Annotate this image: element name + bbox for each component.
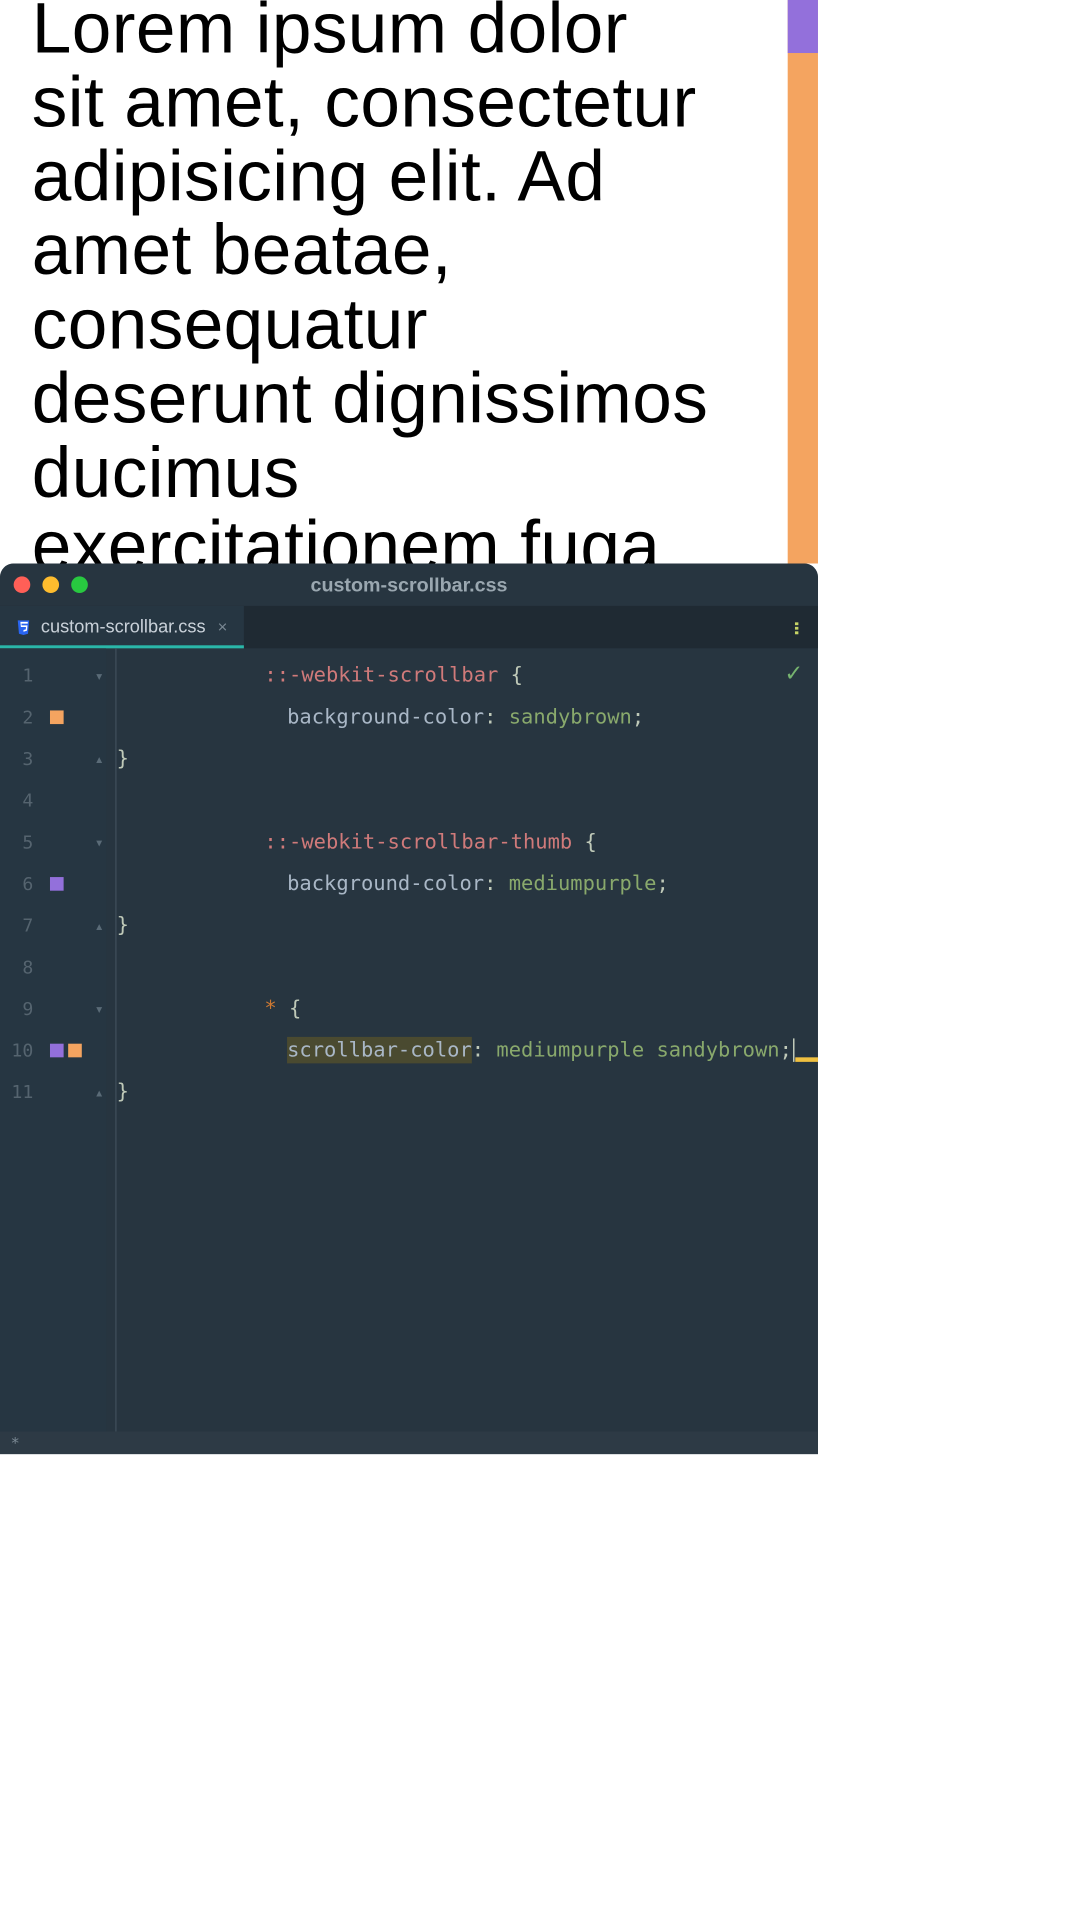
line-number: 5 [0,831,39,852]
preview-scrollbar-track[interactable] [788,0,818,564]
code-line[interactable]: 6 background-color: mediumpurple; [0,863,818,905]
fold-close-icon[interactable]: ▴ [88,1083,111,1101]
tab-label: custom-scrollbar.css [41,617,206,638]
code-line[interactable]: 10 scrollbar-color: mediumpurple sandybr… [0,1029,818,1071]
preview-body-text: Lorem ipsum dolor sit amet, consectetur … [32,0,714,564]
preview-scrollbar-thumb[interactable] [788,0,818,53]
code-area[interactable]: ✓ 1 ▾ ::-webkit-scrollbar { 2 [0,648,818,1431]
fold-open-icon[interactable]: ▾ [88,999,111,1017]
css3-icon [15,619,32,636]
status-text: * [11,1434,20,1452]
fold-open-icon[interactable]: ▾ [88,666,111,684]
tab-close-icon[interactable]: × [218,617,228,637]
code-line[interactable]: 11 ▴ } [0,1071,818,1113]
line-number: 2 [0,706,39,727]
status-bar: * [0,1431,818,1454]
code-editor-window: custom-scrollbar.css custom-scrollbar.cs… [0,564,818,1455]
tab-menu-button[interactable]: ⋯ [791,606,803,648]
line-number: 3 [0,748,39,769]
code-line[interactable]: 7 ▴ } [0,904,818,946]
text-cursor [793,1038,795,1061]
line-number: 11 [0,1081,39,1102]
fold-close-icon[interactable]: ▴ [88,916,111,934]
code-line[interactable]: 3 ▴ } [0,738,818,780]
window-title: custom-scrollbar.css [0,573,818,596]
preview-pane: Lorem ipsum dolor sit amet, consectetur … [0,0,818,564]
color-swatch-icon [68,1043,82,1057]
line-number: 4 [0,790,39,811]
line-number: 9 [0,998,39,1019]
highlighted-selection: scrollbar-color [287,1037,472,1064]
code-line[interactable]: 2 background-color: sandybrown; [0,696,818,738]
line-number: 8 [0,956,39,977]
color-swatch-icon [50,710,64,724]
fold-open-icon[interactable]: ▾ [88,833,111,851]
color-swatch-icon [50,1043,64,1057]
line-number: 6 [0,873,39,894]
color-swatch-icon [50,877,64,891]
fold-close-icon[interactable]: ▴ [88,749,111,767]
line-number: 7 [0,915,39,936]
line-number: 1 [0,665,39,686]
window-titlebar: custom-scrollbar.css [0,564,818,606]
line-number: 10 [0,1040,39,1061]
